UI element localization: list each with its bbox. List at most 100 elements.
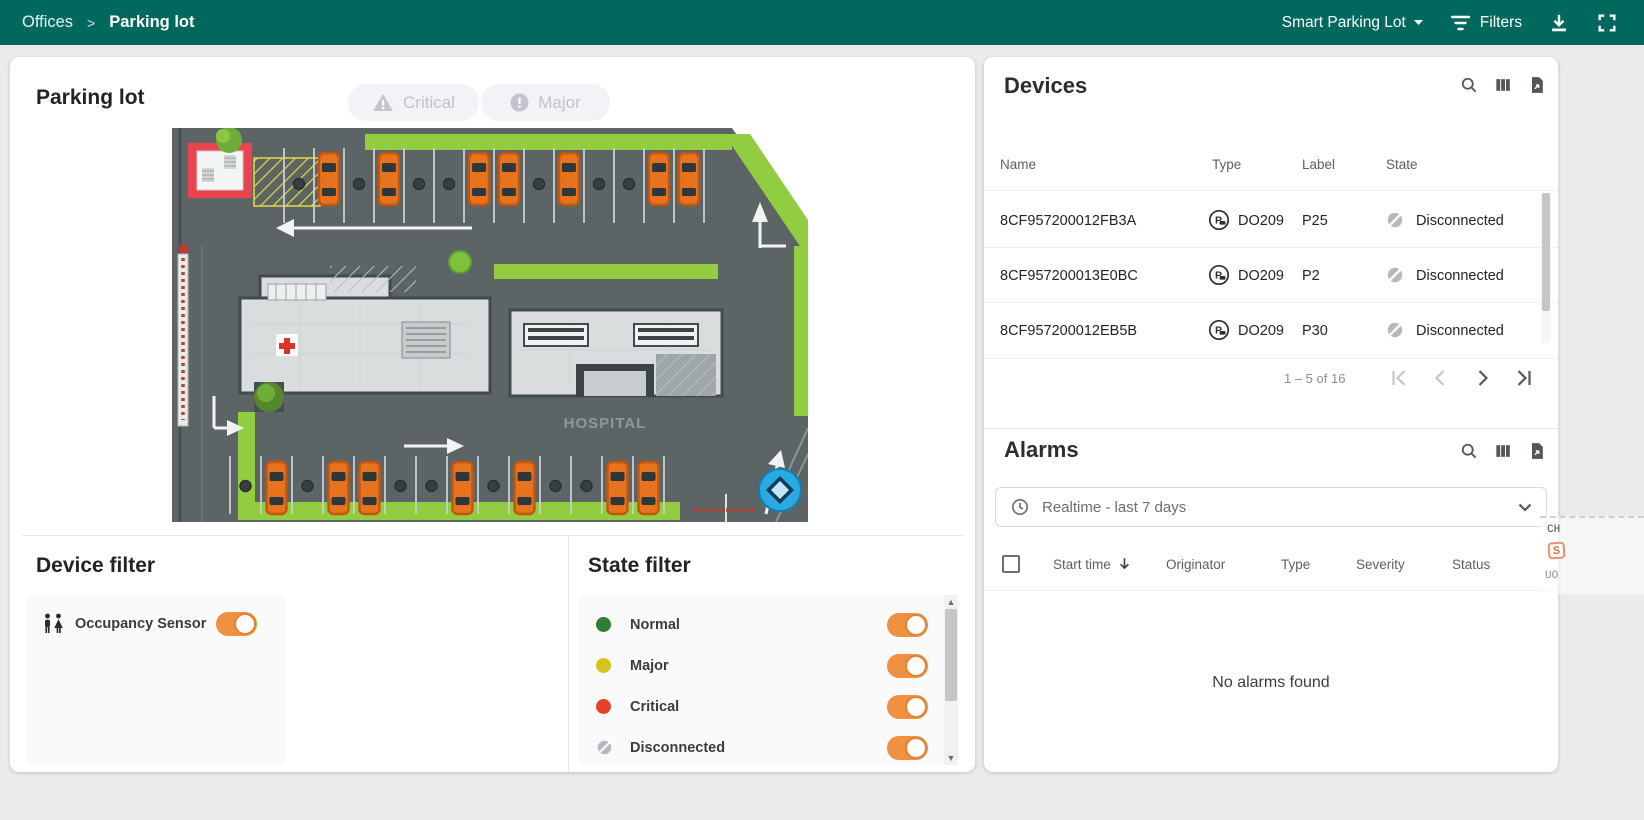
hospital-label: HOSPITAL [564, 415, 647, 432]
disconnected-state-toggle[interactable] [887, 736, 928, 760]
entity-select-label: Smart Parking Lot [1282, 14, 1406, 32]
breadcrumb-offices[interactable]: Offices [22, 13, 73, 32]
svg-text:P: P [1215, 215, 1222, 227]
device-name: 8CF957200013E0BC [1000, 268, 1138, 284]
time-window-label: Realtime - last 7 days [1042, 499, 1186, 516]
devices-panel-title: Devices [1004, 73, 1087, 99]
alarms-col-start-time[interactable]: Start time [1053, 557, 1111, 572]
fullscreen-icon[interactable] [1596, 12, 1618, 34]
car [559, 153, 579, 205]
columns-icon[interactable] [1493, 75, 1513, 95]
device-label: P25 [1302, 213, 1328, 229]
state-filter-scrollbar[interactable]: ▲ ▼ [944, 595, 958, 765]
occupancy-sensor-dot [395, 481, 406, 492]
breadcrumb-parking-lot: Parking lot [109, 13, 194, 32]
caret-down-icon [1413, 19, 1424, 26]
export-file-icon[interactable] [1527, 75, 1547, 95]
car [649, 153, 669, 205]
select-all-checkbox[interactable] [1002, 555, 1020, 573]
scroll-up-arrow[interactable]: ▲ [944, 595, 958, 609]
normal-state-dot [596, 617, 611, 632]
occupancy-sensor-dot [302, 481, 313, 492]
occupancy-sensor-dot [624, 179, 635, 190]
state-label: Normal [630, 617, 680, 633]
occupancy-sensor-dot [581, 481, 592, 492]
critical-state-toggle[interactable] [887, 695, 928, 719]
parking-lot-map[interactable]: HOSPITAL [172, 128, 808, 522]
breadcrumb-separator: > [87, 15, 95, 31]
device-type: DO209 [1238, 268, 1284, 284]
major-state-toggle[interactable] [887, 654, 928, 678]
no-alarms-message: No alarms found [984, 674, 1558, 692]
device-state: Disconnected [1416, 268, 1504, 284]
occupancy-sensor-dot [550, 481, 561, 492]
sort-descending-icon[interactable] [1116, 555, 1133, 572]
devices-col-label[interactable]: Label [1302, 157, 1335, 172]
device-type: DO209 [1238, 323, 1284, 339]
artifact-text: UO [1545, 570, 1558, 582]
alarms-col-severity[interactable]: Severity [1356, 557, 1405, 572]
disconnected-icon [1386, 266, 1404, 284]
car [608, 462, 628, 514]
first-page-button[interactable] [1386, 366, 1410, 390]
car [679, 153, 699, 205]
entrance-marker [759, 469, 801, 511]
state-filter-row-disconnected: Disconnected [578, 727, 958, 765]
major-badge[interactable]: Major [481, 84, 610, 121]
state-label: Disconnected [630, 740, 725, 756]
car [319, 153, 339, 205]
search-icon[interactable] [1459, 75, 1479, 95]
alarms-col-originator[interactable]: Originator [1166, 557, 1225, 572]
alarms-time-window-dropdown[interactable]: Realtime - last 7 days [995, 487, 1547, 527]
occupancy-sensor-dot [426, 481, 437, 492]
clock-icon [1010, 497, 1030, 517]
occupancy-sensor-toggle[interactable] [216, 612, 257, 636]
devices-table-scrollbar[interactable] [1541, 193, 1551, 343]
car [267, 462, 287, 514]
car [469, 153, 489, 205]
download-icon[interactable] [1548, 12, 1570, 34]
device-label: P2 [1302, 268, 1320, 284]
last-page-button[interactable] [1513, 366, 1537, 390]
exclamation-circle-icon [510, 93, 529, 112]
critical-badge[interactable]: Critical [348, 84, 479, 121]
device-filter-panel: Occupancy Sensor [26, 595, 285, 765]
occupancy-sensor-dot [534, 179, 545, 190]
device-state: Disconnected [1416, 213, 1504, 229]
export-file-icon[interactable] [1527, 441, 1547, 461]
state-label: Critical [630, 699, 679, 715]
occupancy-sensor-dot [240, 481, 251, 492]
previous-page-button[interactable] [1428, 366, 1452, 390]
device-label: P30 [1302, 323, 1328, 339]
devices-col-type[interactable]: Type [1212, 157, 1241, 172]
normal-state-toggle[interactable] [887, 613, 928, 637]
filters-button[interactable]: Filters [1450, 14, 1522, 32]
search-icon[interactable] [1459, 441, 1479, 461]
car [360, 462, 380, 514]
device-name: 8CF957200012EB5B [1000, 323, 1137, 339]
state-filter-row-critical: Critical [578, 686, 958, 727]
browser-extension-artifact: CH S UO [1540, 516, 1644, 594]
parking-sensor-icon: P [1208, 264, 1230, 286]
entity-select-dropdown[interactable]: Smart Parking Lot [1282, 14, 1424, 32]
alarms-col-status[interactable]: Status [1452, 557, 1490, 572]
warning-triangle-icon [372, 93, 394, 112]
chevron-down-icon [1518, 503, 1532, 512]
occupancy-sensor-dot [354, 179, 365, 190]
state-filter-panel: Normal Major Critical Disconnected [578, 595, 958, 765]
next-page-button[interactable] [1471, 366, 1495, 390]
map-widget-title: Parking lot [36, 86, 145, 110]
occupancy-sensor-dot [488, 481, 499, 492]
devices-col-name[interactable]: Name [1000, 157, 1036, 172]
major-state-dot [596, 658, 611, 673]
scroll-down-arrow[interactable]: ▼ [944, 751, 958, 765]
devices-col-state[interactable]: State [1386, 157, 1418, 172]
alarms-col-type[interactable]: Type [1281, 557, 1310, 572]
extension-s-icon[interactable]: S [1547, 541, 1565, 559]
critical-state-dot [596, 699, 611, 714]
major-badge-label: Major [538, 93, 581, 113]
columns-icon[interactable] [1493, 441, 1513, 461]
device-name: 8CF957200012FB3A [1000, 213, 1136, 229]
top-app-bar: Offices > Parking lot Smart Parking Lot … [0, 0, 1644, 45]
state-filter-title: State filter [588, 554, 691, 578]
